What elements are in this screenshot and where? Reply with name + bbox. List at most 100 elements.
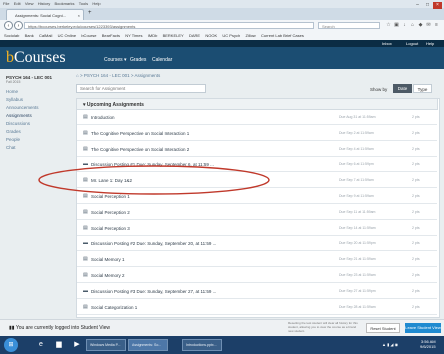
- menu-edit[interactable]: Edit: [14, 1, 21, 6]
- browser-search-box[interactable]: Search: [318, 22, 380, 29]
- assignment-title[interactable]: The Cognitive Perspective on Social Inte…: [91, 127, 189, 140]
- clipboard-icon[interactable]: ▣: [393, 21, 400, 29]
- course-nav-assignments[interactable]: Assignments: [6, 113, 32, 118]
- assignment-title[interactable]: Social Memory 1: [91, 253, 125, 266]
- assignment-row[interactable]: ▬ Discussion Posting #3 Due: Sunday, Sept…: [77, 285, 437, 299]
- minimize-button[interactable]: –: [413, 2, 422, 9]
- window-controls: – □ ×: [412, 2, 442, 9]
- bookmark-item[interactable]: Bank: [25, 33, 34, 38]
- course-nav-syllabus[interactable]: Syllabus: [6, 97, 23, 102]
- taskbar-app-browser[interactable]: Assignments: So...: [128, 339, 168, 351]
- assignment-points: 2 pts: [412, 241, 420, 246]
- assignment-title[interactable]: Social Perception 3: [91, 222, 130, 235]
- forward-icon[interactable]: ›: [14, 21, 23, 30]
- assignment-title[interactable]: Discussion Posting #2 Due: Sunday, Septe…: [91, 237, 216, 250]
- assignment-due-date: Due Sep 14 at 11:59am: [339, 225, 376, 230]
- bookmark-item[interactable]: IMDb: [148, 33, 158, 38]
- shield-icon[interactable]: ◆: [417, 21, 424, 29]
- browser-tab[interactable]: Assignments: Social Cogni... ×: [6, 9, 84, 20]
- bookmark-item[interactable]: Zillow: [245, 33, 255, 38]
- assignment-row[interactable]: ▤ Social Perception 2 Due Sep 11 at 11:59a…: [77, 206, 437, 220]
- assignment-search-input[interactable]: [76, 84, 206, 93]
- system-tray-icons[interactable]: ▲ ▮ ◢ ◉: [382, 342, 398, 347]
- student-view-note: Resetting the test student will clear al…: [288, 321, 358, 333]
- folder-icon[interactable]: ▆: [52, 339, 66, 351]
- bcourses-logo[interactable]: bCourses: [6, 48, 66, 68]
- course-nav-home[interactable]: Home: [6, 89, 18, 94]
- assignment-row[interactable]: ▤ Social Categorization 1 Due Sep 28 at 11…: [77, 301, 437, 315]
- bookmark-item[interactable]: UC Psych: [222, 33, 240, 38]
- assignment-icon: ▤: [83, 129, 88, 136]
- start-button-icon[interactable]: ⊞: [4, 338, 18, 352]
- menu-bookmarks[interactable]: Bookmarks: [54, 1, 74, 6]
- assignment-title[interactable]: The Cognitive Perspective on Social Inte…: [91, 143, 189, 156]
- course-nav-grades[interactable]: Grades: [6, 129, 21, 134]
- student-view-message: ▮▮ You are currently logged into Student…: [9, 325, 110, 331]
- menu-icon[interactable]: ≡: [433, 21, 440, 29]
- nav-grades[interactable]: Grades: [130, 57, 146, 63]
- new-tab-button[interactable]: +: [88, 10, 92, 16]
- leave-student-view-button[interactable]: Leave Student View: [405, 323, 441, 333]
- bookmark-item[interactable]: NY Times: [125, 33, 142, 38]
- bookmark-item[interactable]: DARE: [189, 33, 200, 38]
- taskbar-clock[interactable]: 3:56 AM 9/6/2015: [420, 339, 436, 349]
- assignment-row[interactable]: ▤ Social Memory 1 Due Sep 21 at 11:59am 2 p…: [77, 253, 437, 268]
- taskbar-app-media[interactable]: Windows Media P...: [86, 339, 126, 351]
- bookmark-item[interactable]: UC Online: [58, 33, 76, 38]
- assignment-title[interactable]: Social Perception 2: [91, 206, 130, 219]
- bookmark-item[interactable]: Current Lab Brief Cases: [261, 33, 304, 38]
- assignment-row[interactable]: ▤ Social Perception 3 Due Sep 14 at 11:59a…: [77, 222, 437, 236]
- download-icon[interactable]: ↓: [401, 21, 408, 29]
- help-link[interactable]: Help: [426, 40, 434, 47]
- menu-help[interactable]: Help: [92, 1, 100, 6]
- bookmark-item[interactable]: CalMail: [39, 33, 52, 38]
- menu-file[interactable]: File: [3, 1, 9, 6]
- nav-calendar[interactable]: Calendar: [152, 57, 172, 63]
- bcourses-top-bar: [0, 40, 444, 47]
- assignment-row[interactable]: ▤ The Cognitive Perspective on Social Int…: [77, 127, 437, 141]
- back-icon[interactable]: ‹: [4, 21, 13, 30]
- course-nav-announcements[interactable]: Announcements: [6, 105, 39, 110]
- assignment-icon: ▤: [83, 224, 88, 231]
- bookmark-item[interactable]: bCourse: [81, 33, 96, 38]
- logo-b: b: [6, 49, 14, 66]
- tab-title: Assignments: Social Cogni...: [15, 13, 66, 18]
- close-window-button[interactable]: ×: [433, 2, 442, 9]
- course-nav-people[interactable]: People: [6, 137, 20, 142]
- home-icon[interactable]: ⌂: [409, 21, 416, 29]
- discussion-icon: ▬: [83, 240, 88, 247]
- bookmark-item[interactable]: BERKELEY: [163, 33, 184, 38]
- menu-view[interactable]: View: [25, 1, 34, 6]
- assignment-row[interactable]: ▤ Social Memory 2 Due Sep 23 at 11:59am 2 p…: [77, 269, 437, 283]
- chat-icon[interactable]: ✉: [425, 21, 432, 29]
- bookmark-item[interactable]: BearFacts: [102, 33, 120, 38]
- logout-link[interactable]: Logout: [406, 40, 418, 47]
- show-by-date-button[interactable]: Date: [393, 84, 412, 93]
- assignment-title[interactable]: Social Memory 2: [91, 269, 125, 282]
- ie-icon[interactable]: e: [34, 339, 48, 351]
- assignment-title[interactable]: Discussion Posting #3 Due: Sunday, Septe…: [91, 285, 216, 298]
- maximize-button[interactable]: □: [423, 2, 432, 9]
- media-icon[interactable]: ▶: [70, 339, 84, 351]
- bookmark-item[interactable]: Sociolab: [4, 33, 19, 38]
- course-nav-discussions[interactable]: Discussions: [6, 121, 30, 126]
- show-by-type-button[interactable]: Type: [413, 84, 432, 93]
- annotation-ellipse: [38, 165, 270, 195]
- course-nav-chat[interactable]: Chat: [6, 145, 16, 150]
- url-bar[interactable]: https://bcourses.berkeley.edu/courses/12…: [24, 22, 314, 29]
- assignment-row[interactable]: ▬ Discussion Posting #2 Due: Sunday, Sept…: [77, 237, 437, 252]
- menu-history[interactable]: History: [38, 1, 50, 6]
- reset-student-button[interactable]: Reset Student: [366, 323, 400, 333]
- upcoming-assignments-header[interactable]: ▾ Upcoming Assignments: [76, 98, 438, 110]
- breadcrumb[interactable]: ⌂ > PSYCH 164 - LEC 001 > Assignments: [76, 73, 160, 78]
- assignment-title[interactable]: Introduction: [91, 111, 115, 124]
- taskbar-app-powerpoint[interactable]: Introductions.pptx...: [182, 339, 222, 351]
- assignment-row[interactable]: ▤ Introduction Due Aug 31 at 11:59am 2 pts: [77, 111, 437, 125]
- menu-tools[interactable]: Tools: [79, 1, 88, 6]
- assignment-title[interactable]: Social Categorization 1: [91, 301, 137, 314]
- bookmark-item[interactable]: NOOK: [205, 33, 217, 38]
- inbox-link[interactable]: Inbox: [382, 40, 392, 47]
- star-icon[interactable]: ☆: [385, 21, 392, 29]
- nav-courses[interactable]: Courses ▾: [104, 57, 127, 63]
- assignment-row[interactable]: ▤ The Cognitive Perspective on Social Int…: [77, 143, 437, 157]
